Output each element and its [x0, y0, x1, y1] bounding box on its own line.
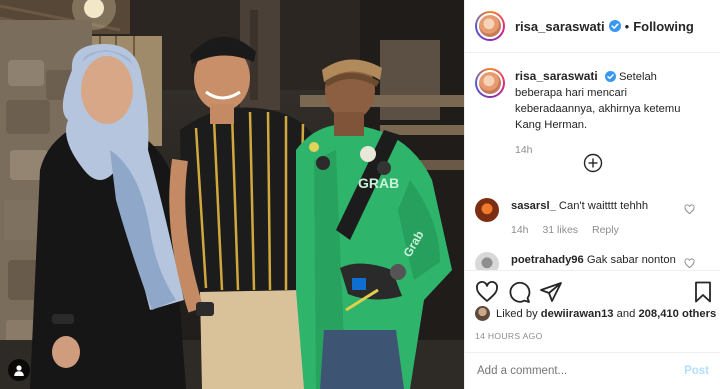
comment-username[interactable]: sasarsl_	[511, 200, 556, 212]
comment-time[interactable]: 14h	[511, 224, 529, 236]
author-username[interactable]: risa_saraswati	[515, 19, 605, 34]
heart-icon[interactable]	[684, 204, 695, 215]
plus-circle-icon[interactable]	[583, 153, 603, 173]
user-tag-button[interactable]	[8, 359, 30, 381]
author-avatar[interactable]	[475, 11, 505, 41]
caption-username[interactable]: risa_saraswati	[515, 69, 598, 83]
comment-like-count[interactable]: 31 likes	[542, 224, 578, 236]
commenter-avatar[interactable]	[475, 198, 499, 222]
caption-author-avatar[interactable]	[475, 68, 505, 98]
comment-item: sasarsl_ Can't waitttt tehhh 14h 31 like…	[475, 198, 711, 238]
liked-by-joiner: and	[616, 307, 636, 320]
person-icon	[14, 365, 24, 376]
verified-badge-icon	[608, 20, 621, 32]
comment-input[interactable]	[477, 365, 685, 377]
likes-summary: Liked by dewiirawan13 and 208,410 others	[475, 306, 716, 321]
comment-reply-button[interactable]: Reply	[592, 224, 619, 236]
comment-username[interactable]: poetrahady96	[511, 254, 584, 266]
bookmark-icon[interactable]	[691, 280, 715, 304]
post-photo[interactable]: GRAB Grab	[0, 0, 464, 389]
post-timestamp[interactable]: 14 HOURS AGO	[475, 331, 543, 341]
post-caption: risa_saraswati Setelah beberapa hari men…	[475, 68, 711, 158]
comment-text: Can't waitttt tehhh	[558, 200, 649, 212]
liker-avatar[interactable]	[475, 306, 490, 321]
photo-scene: GRAB Grab	[0, 0, 464, 389]
post-sidebar: risa_saraswati • Following risa_saraswat…	[464, 0, 720, 389]
heart-icon[interactable]	[475, 280, 499, 304]
following-button[interactable]: Following	[633, 19, 694, 34]
comment-bubble-icon[interactable]	[507, 280, 531, 304]
verified-badge-icon	[604, 71, 616, 82]
liked-by-user[interactable]: dewiirawan13	[541, 308, 614, 320]
comment-text: Gak sabar nonton	[586, 254, 676, 266]
paper-plane-icon[interactable]	[539, 280, 563, 304]
jacket-logo: GRAB	[358, 175, 399, 191]
liked-by-prefix: Liked by	[496, 307, 538, 320]
post-comment-button[interactable]: Post	[684, 365, 709, 377]
liked-by-others[interactable]: 208,410 others	[638, 308, 716, 320]
post-header: risa_saraswati • Following	[465, 0, 720, 53]
separator-dot: •	[624, 18, 630, 34]
caption-timestamp[interactable]: 14h	[515, 142, 705, 158]
heart-icon[interactable]	[684, 258, 695, 269]
add-comment-bar: Post	[465, 352, 720, 389]
